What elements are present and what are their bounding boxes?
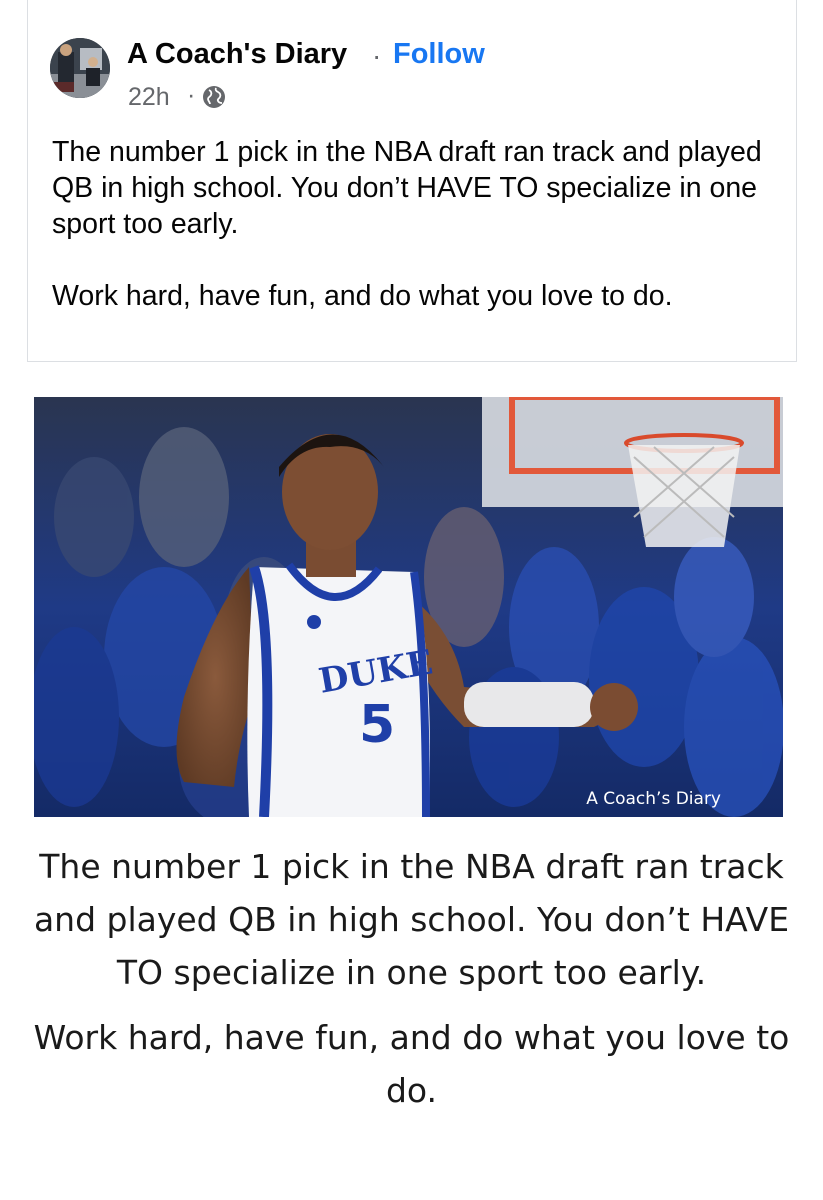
post-image[interactable]: DUKE 5 A Coach’s Diary [34,397,783,817]
globe-icon [203,86,225,108]
caption-paragraph: Work hard, have fun, and do what you lov… [33,1018,790,1110]
image-caption: The number 1 pick in the NBA draft ran t… [30,840,793,1117]
post-paragraph: Work hard, have fun, and do what you lov… [52,280,673,312]
jersey-number: 5 [359,695,395,755]
post-text: The number 1 pick in the NBA draft ran t… [52,134,792,314]
page-name[interactable]: A Coach's Diary [127,38,347,71]
avatar-image [50,38,110,98]
post-timestamp[interactable]: 22h [128,83,170,112]
page-avatar[interactable] [50,38,110,98]
post-paragraph: The number 1 pick in the NBA draft ran t… [52,136,762,240]
timestamp-separator: · [187,81,196,109]
image-watermark: A Coach’s Diary [586,789,721,809]
name-separator: · [372,40,382,71]
follow-button[interactable]: Follow [393,38,485,71]
caption-paragraph: The number 1 pick in the NBA draft ran t… [33,847,790,992]
basketball-player-photo: DUKE 5 [34,397,783,817]
